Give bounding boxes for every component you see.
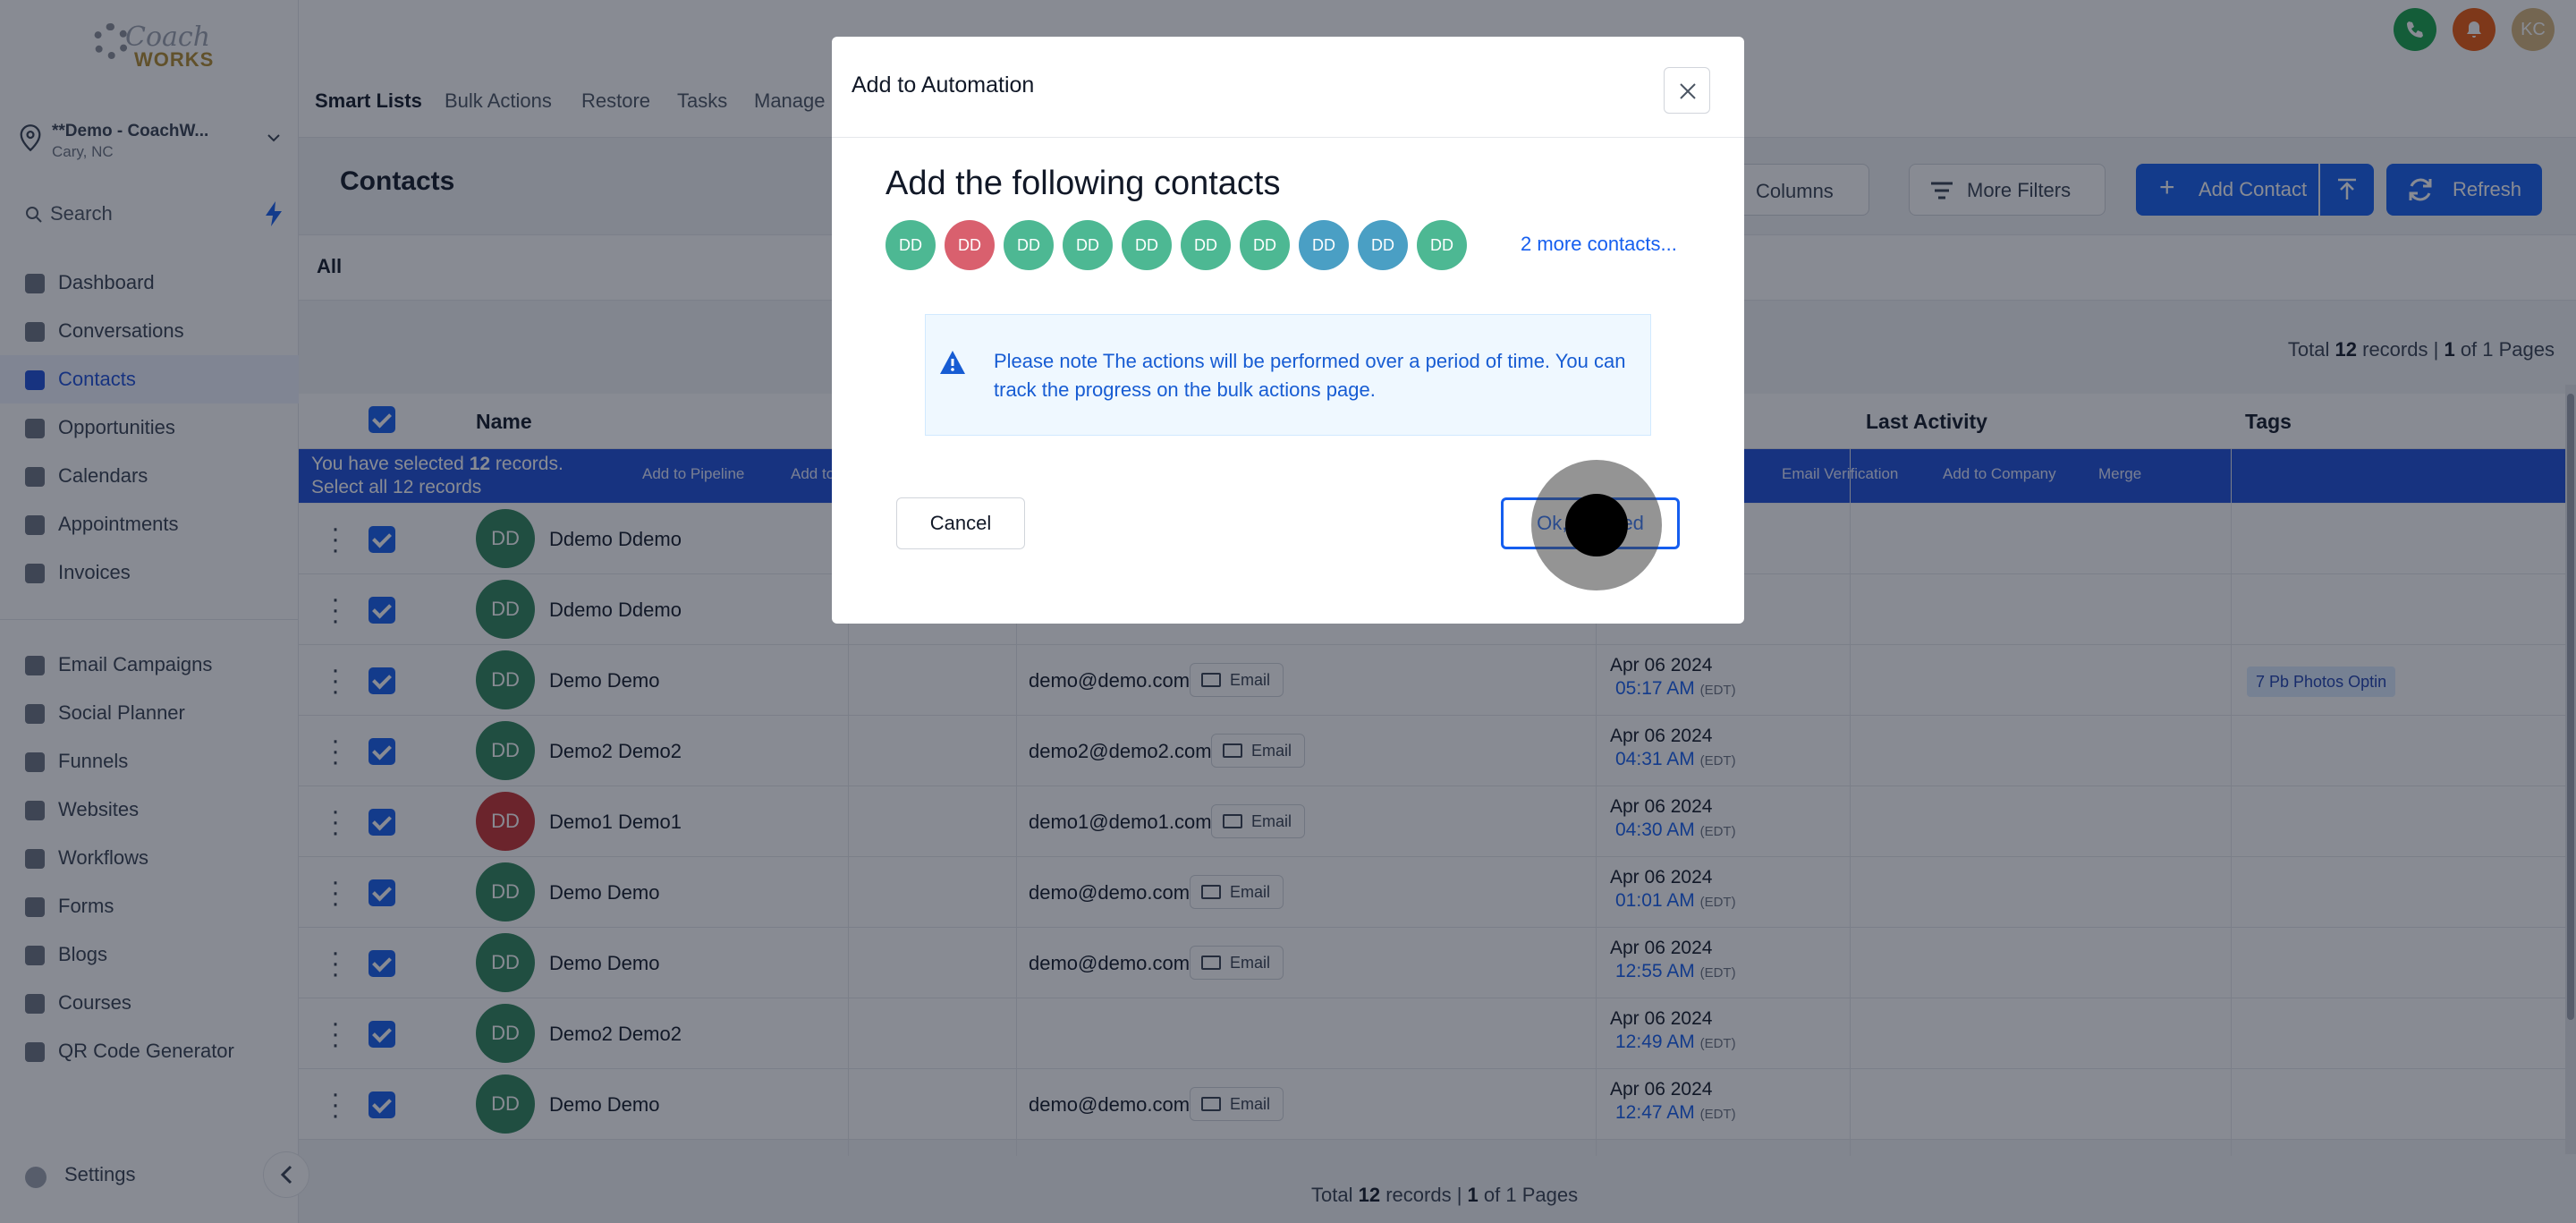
warning-triangle-icon	[940, 351, 965, 374]
cursor-dot	[1565, 494, 1628, 556]
contact-chip: DD	[1063, 220, 1113, 270]
contact-chip: DD	[1358, 220, 1408, 270]
contact-chip: DD	[1181, 220, 1231, 270]
modal-heading: Add the following contacts	[886, 165, 1281, 202]
contact-chip: DD	[1417, 220, 1467, 270]
more-contacts-link[interactable]: 2 more contacts...	[1521, 233, 1677, 256]
cancel-button[interactable]: Cancel	[896, 497, 1025, 549]
contact-chip: DD	[945, 220, 995, 270]
notice-text: Please note The actions will be performe…	[994, 350, 1626, 401]
contact-chip: DD	[1122, 220, 1172, 270]
selected-contacts-chips: 2 more contacts... DD DD DD DD DD DD DD DD DD DD	[886, 220, 1690, 270]
close-icon	[1680, 83, 1696, 99]
contact-chip: DD	[1004, 220, 1054, 270]
modal-title: Add to Automation	[852, 72, 1035, 98]
close-button[interactable]	[1664, 67, 1710, 114]
add-to-automation-modal: Add to Automation Add the following cont…	[832, 37, 1744, 624]
contact-chip: DD	[1240, 220, 1290, 270]
contact-chip: DD	[886, 220, 936, 270]
modal-header-divider	[832, 137, 1744, 138]
contact-chip: DD	[1299, 220, 1349, 270]
info-notice: Please note The actions will be performe…	[925, 314, 1651, 436]
